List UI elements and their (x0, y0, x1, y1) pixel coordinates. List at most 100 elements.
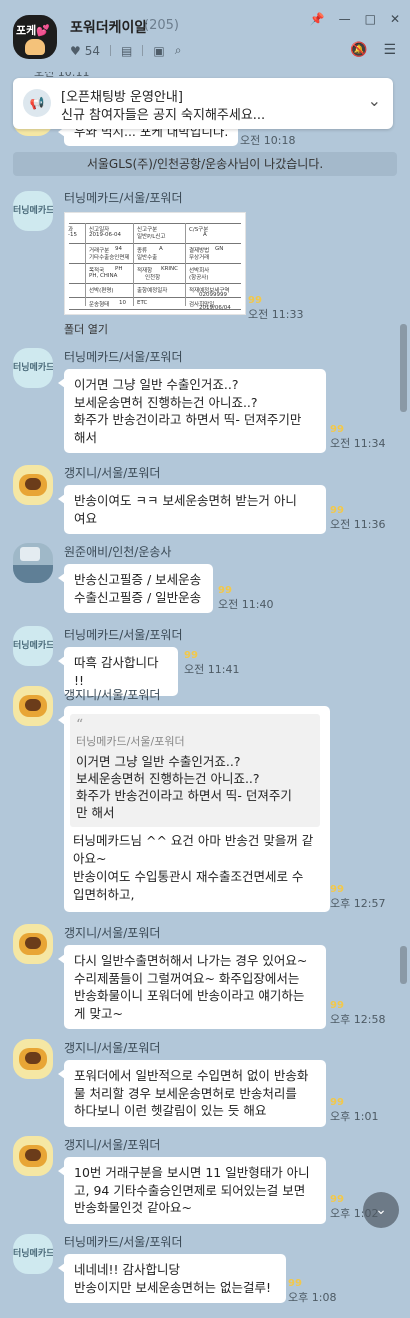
pin-icon[interactable]: 📌 (310, 12, 325, 26)
avatar[interactable] (13, 1039, 53, 1079)
message-time: 오전 11:33 (248, 308, 304, 321)
doc-line (69, 243, 241, 244)
image-attachment[interactable]: 과 -15 신고일자 2019-06-04 신고구분 일반P/L신고 C/S구분… (64, 212, 246, 315)
avatar-shape (20, 547, 40, 561)
chat-header: 포케💕 포워더케이알 (205) ♥ 54 ▤ ▣ ⌕ 📌 — □ ✕ 🔕 ☰ (0, 0, 410, 72)
doc-line (69, 283, 241, 284)
scrollbar-thumb[interactable] (400, 324, 407, 412)
avatar-shape (25, 478, 41, 490)
avatar[interactable] (13, 686, 53, 726)
chevron-down-icon: ⌄ (375, 1202, 387, 1218)
unread-count: 99 (330, 1097, 344, 1108)
avatar[interactable]: 터닝메카드 (13, 191, 53, 231)
doc-line (85, 223, 86, 306)
sender-name: 터닝메카드/서울/포워더 (64, 1235, 183, 1249)
scroll-down-button[interactable]: ⌄ (363, 1192, 399, 1228)
unread-count: 99 (288, 1278, 302, 1289)
doc-line (185, 223, 186, 306)
close-icon[interactable]: ✕ (390, 12, 400, 26)
avatar-shape (25, 1052, 41, 1064)
message-meta: 99 오전 11:41 (184, 650, 239, 677)
maximize-icon[interactable]: □ (365, 12, 376, 26)
open-folder-link[interactable]: 폴더 열기 (64, 321, 108, 337)
scrollbar-thumb[interactable] (400, 946, 407, 984)
doc-text: 일반수출 (137, 255, 158, 261)
doc-text: PH, CHINA (89, 273, 118, 279)
room-title: 포워더케이알 (70, 20, 148, 36)
doc-text: 출항예정일자 (137, 288, 168, 294)
unread-count: 99 (330, 884, 344, 895)
media-icon[interactable]: ▣ (153, 44, 164, 58)
minimize-icon[interactable]: — (339, 12, 351, 26)
quoted-message[interactable]: “ 터닝메카드/서울/포워더 이거면 그냥 일반 수출인거죠..? 보세운송면허… (70, 714, 320, 827)
doc-line (133, 223, 134, 306)
notebook-icon[interactable]: ▤ (121, 44, 132, 58)
message-bubble: 10번 거래구분을 보시면 11 일반형태가 아니 고, 94 기타수출승인면제… (58, 1157, 326, 1224)
message-bubble: 다시 일반수출면허해서 나가는 경우 있어요~ 수리제품들이 그럴꺼여요~ 화주… (58, 945, 326, 1029)
message-bubble: 포워더에서 일반적으로 수입면허 없이 반송화 물 처리할 경우 보세운송면허로… (58, 1060, 326, 1127)
doc-text: 02099999 (199, 292, 227, 298)
avatar[interactable] (13, 1136, 53, 1176)
avatar[interactable]: 터닝메카드 (13, 1234, 53, 1274)
search-icon[interactable]: ⌕ (175, 43, 182, 58)
message-bubble: 네네네!! 감사합니당 반송이지만 보세운송면허는 없는걸루! (58, 1254, 286, 1303)
avatar[interactable] (13, 465, 53, 505)
doc-text: A (159, 246, 163, 252)
doc-text: GN (215, 246, 224, 252)
unread-count: 99 (184, 650, 198, 661)
notice-title: [오픈채팅방 운영안내] (61, 90, 183, 105)
unread-count: 99 (330, 505, 344, 516)
toolbar-divider (110, 45, 112, 56)
doc-text: 94 (115, 246, 122, 252)
message-time: 오전 11:40 (218, 598, 274, 611)
doc-text: KRINC (161, 266, 179, 272)
quote-text: 이거면 그냥 일반 수출인거죠..? 보세운송면허 진행하는건 아니죠..? 화… (76, 754, 292, 820)
header-toolbar: ♥ 54 ▤ ▣ ⌕ (70, 43, 191, 58)
avatar-shape (25, 1149, 41, 1161)
sender-name: 갱지니/서울/포워더 (64, 1041, 161, 1055)
avatar-shape (25, 937, 41, 949)
avatar[interactable]: 터닝메카드 (13, 626, 53, 666)
mute-icon[interactable]: 🔕 (350, 42, 367, 58)
unread-count: 99 (218, 585, 232, 596)
message-time: 오후 12:58 (330, 1013, 386, 1026)
notice-body: 신규 참여자들은 공지 숙지해주세요... (61, 108, 266, 123)
message-time: 오전 11:34 (330, 437, 386, 450)
message-bubble: 반송이여도 ㅋㅋ 보세운송면허 받는거 아니 여요 (58, 485, 326, 534)
avatar-shape (25, 699, 41, 711)
room-avatar[interactable]: 포케💕 (13, 15, 57, 59)
like-button[interactable]: ♥ 54 (70, 44, 100, 58)
doc-text: A (203, 232, 207, 238)
avatar[interactable]: 터닝메카드 (13, 348, 53, 388)
avatar[interactable] (13, 543, 53, 583)
message-meta: 99 오전 11:34 (330, 424, 385, 451)
avatar-label: 터닝메카드 (13, 363, 53, 373)
megaphone-icon: 📢 (23, 89, 51, 117)
member-count: (205) (144, 18, 179, 33)
quote-sender: 터닝메카드/서울/포워더 (76, 735, 185, 748)
room-avatar-face (25, 39, 45, 55)
sender-name: 갱지니/서울/포워더 (64, 688, 161, 702)
unread-count: 99 (248, 295, 262, 306)
doc-text: 10 (119, 300, 126, 306)
reply-bubble: “ 터닝메카드/서울/포워더 이거면 그냥 일반 수출인거죠..? 보세운송면허… (58, 706, 330, 912)
message-meta: 99 오전 11:33 (248, 295, 303, 322)
doc-text: 2019-06-04 (89, 232, 121, 238)
window-controls: 📌 — □ ✕ (310, 12, 400, 26)
doc-text: 무상거래 (189, 255, 210, 261)
chevron-down-icon[interactable]: ⌄ (368, 91, 381, 110)
message-meta: 99 오후 12:57 (330, 884, 385, 911)
doc-text: 기타수출승인면제 (89, 255, 130, 261)
doc-text: 운송형태 (89, 302, 110, 308)
message-bubble: 반송신고필증 / 보세운송 수출신고필증 / 일반운송 (58, 564, 213, 613)
heart-icon: ♥ (70, 43, 81, 58)
message-time: 오전 10:18 (240, 134, 296, 147)
doc-text: 선박(편명) (89, 288, 114, 294)
toolbar-divider (142, 45, 144, 56)
avatar[interactable] (13, 924, 53, 964)
doc-text: 2019/06/04 (199, 305, 231, 311)
menu-icon[interactable]: ☰ (383, 42, 396, 58)
message-time: 오후 1:08 (288, 1291, 337, 1304)
sender-name: 터닝메카드/서울/포워더 (64, 191, 183, 205)
notice-banner[interactable]: 📢 [오픈채팅방 운영안내] 신규 참여자들은 공지 숙지해주세요... ⌄ (13, 78, 393, 129)
